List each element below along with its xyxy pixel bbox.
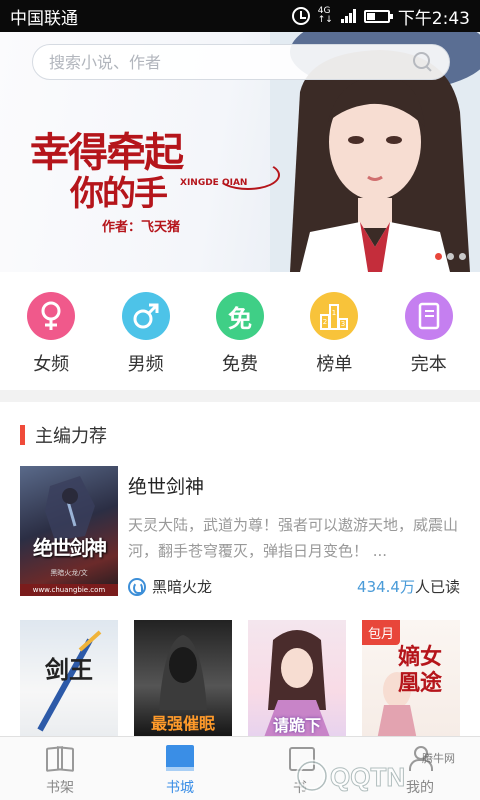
cover-title: 最强催眠 <box>150 714 215 733</box>
category-male[interactable]: 男频 <box>104 292 188 390</box>
book-description: 天灵大陆，武道为尊！强者可以遨游天地，威震山河，翻手苍穹覆灭，弹指日月变色！ .… <box>128 516 459 560</box>
banner-title-line2: 你的手 <box>70 174 168 214</box>
book-cover[interactable]: 最强催眠 <box>134 620 232 740</box>
cover-title: 嫡女凰途 <box>397 644 442 696</box>
site-watermark: QQTN 腾牛网 <box>295 751 455 793</box>
cover-title: 绝世剑神 <box>33 536 107 560</box>
category-label: 男频 <box>127 354 164 375</box>
search-icon[interactable] <box>413 52 433 72</box>
female-icon <box>27 292 76 340</box>
category-completed[interactable]: 完本 <box>387 292 471 390</box>
tab-label: 书城 <box>166 780 194 796</box>
watermark-site: 腾牛网 <box>422 751 455 765</box>
male-icon <box>121 292 170 340</box>
search-bar[interactable] <box>32 44 450 80</box>
category-ranking[interactable]: 12 3 榜单 <box>292 292 376 390</box>
section-divider <box>0 390 480 402</box>
book-title[interactable]: 绝世剑神 <box>128 472 204 499</box>
cover-title: 剑王 <box>45 655 93 684</box>
svg-text:2: 2 <box>323 318 327 326</box>
section-accent-bar <box>20 425 25 445</box>
book-cover[interactable]: 剑王 <box>20 620 118 740</box>
status-icons: 4G ↑↓ 下午2:43 <box>291 4 470 29</box>
status-bar: 中国联通 4G ↑↓ 下午2:43 <box>0 0 480 32</box>
carousel-indicator <box>435 253 466 260</box>
ranking-icon: 12 3 <box>310 292 359 340</box>
category-label: 免费 <box>221 354 258 375</box>
free-icon: 免 <box>215 292 264 340</box>
book-cover[interactable]: 绝世剑神 黑暗火龙/文 www.chuangbie.com <box>20 466 118 596</box>
watermark-text: QQTN <box>330 762 405 792</box>
battery-icon <box>363 9 393 23</box>
svg-text:1: 1 <box>332 309 336 317</box>
category-label: 完本 <box>410 354 447 375</box>
author-name: 黑暗火龙 <box>152 578 213 596</box>
section-header: 主编力荐 <box>20 424 107 447</box>
banner-author: 作者：飞天猪 <box>102 220 181 235</box>
tab-label: 书架 <box>46 780 74 796</box>
read-count-number: 434.4万 <box>357 578 415 596</box>
category-free[interactable]: 免 免费 <box>198 292 282 390</box>
cover-title: 请跪下 <box>272 716 321 735</box>
read-count-suffix: 人已读 <box>414 578 460 596</box>
section-title: 主编力荐 <box>35 426 107 447</box>
category-female[interactable]: 女频 <box>9 292 93 390</box>
carousel-dot <box>447 253 454 260</box>
book-cover-row: 剑王 最强催眠 请跪下 包月 嫡女凰途 <box>20 620 460 740</box>
author-icon <box>128 577 146 596</box>
svg-text:3: 3 <box>341 320 345 328</box>
search-input[interactable] <box>49 52 413 72</box>
category-label: 榜单 <box>316 354 353 375</box>
book-cover[interactable]: 请跪下 <box>248 620 346 740</box>
category-label: 女频 <box>33 354 70 375</box>
banner-pinyin: XINGDE QIAN <box>180 178 248 188</box>
alarm-icon <box>291 7 310 25</box>
subscription-badge: 包月 <box>362 620 401 645</box>
carousel-dot <box>459 253 466 260</box>
banner-title-art: 幸得牵起 你的手 XINGDE QIAN 作者：飞天猪 <box>30 120 290 235</box>
network-type: 4G ↑↓ <box>317 6 333 25</box>
tab-bookstore[interactable]: 书城 <box>120 737 240 800</box>
bookshelf-icon <box>46 745 74 771</box>
book-cover[interactable]: 包月 嫡女凰途 <box>362 620 460 740</box>
featured-book[interactable]: 绝世剑神 黑暗火龙/文 www.chuangbie.com 绝世剑神 天灵大陆，… <box>20 466 460 596</box>
cover-url: www.chuangbie.com <box>20 584 118 596</box>
bookstore-icon <box>166 745 194 771</box>
category-row: 女频 男频 免 免费 12 3 榜单 完本 <box>0 272 480 390</box>
clock: 下午2:43 <box>397 8 470 29</box>
carrier-name: 中国联通 <box>10 8 78 29</box>
signal-icon <box>340 9 356 23</box>
completed-book-icon <box>404 292 453 340</box>
carousel-dot <box>435 253 442 260</box>
cover-author: 黑暗火龙/文 <box>50 569 88 577</box>
tab-bookshelf[interactable]: 书架 <box>0 737 120 800</box>
promo-banner[interactable]: 幸得牵起 你的手 XINGDE QIAN 作者：飞天猪 <box>0 32 480 272</box>
book-author: 黑暗火龙 <box>128 576 212 597</box>
read-count: 434.4万人已读 <box>357 576 460 597</box>
